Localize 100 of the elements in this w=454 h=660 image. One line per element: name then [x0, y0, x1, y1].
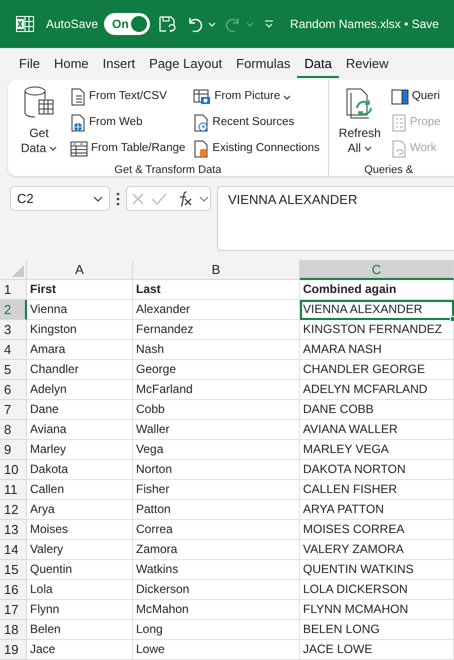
group-label: Get & Transform Data — [113, 163, 222, 176]
save-icon[interactable] — [158, 15, 176, 33]
customize-icon[interactable] — [264, 20, 274, 28]
table-cell: First — [27, 280, 133, 300]
table-cell: CHANDLER GEORGE — [300, 360, 454, 380]
table-icon — [70, 141, 88, 157]
ribbon-button[interactable]: Refresh All — [334, 84, 385, 162]
table-cell: Waller — [133, 420, 300, 440]
table-cell: Combined again — [300, 280, 454, 300]
table-cell: ARYA PATTON — [300, 500, 454, 520]
caret-icon — [364, 146, 372, 152]
row-header[interactable]: 7 — [0, 400, 27, 420]
caret-icon — [49, 146, 58, 152]
table-cell: Dickerson — [133, 580, 300, 600]
ribbon-tab[interactable]: Data — [297, 50, 339, 78]
table-cell: VIENNA ALEXANDER — [300, 300, 454, 320]
ribbon-tab[interactable]: Insert — [96, 50, 142, 78]
table-cell: LOLA DICKERSON — [300, 580, 454, 600]
ribbon-button[interactable]: From Table/Range — [68, 136, 188, 162]
ribbon-button[interactable]: Recent Sources — [191, 110, 322, 136]
column-header[interactable]: B — [133, 260, 300, 280]
ribbon-button[interactable]: From Web — [68, 110, 188, 136]
row-header[interactable]: 19 — [0, 640, 27, 660]
row-header[interactable]: 1 — [0, 280, 27, 300]
table-cell: Marley — [27, 440, 133, 460]
table-cell: QUENTIN WATKINS — [300, 560, 454, 580]
picture-table-icon — [193, 89, 212, 105]
row-header[interactable]: 6 — [0, 380, 27, 400]
spreadsheet-logo-icon — [16, 16, 34, 32]
database-table-icon — [23, 86, 55, 120]
table-cell: Lowe — [133, 640, 300, 660]
table-cell: Alexander — [133, 300, 300, 320]
table-cell: VALERY ZAMORA — [300, 540, 454, 560]
name-box[interactable]: C2 — [10, 186, 110, 211]
ribbon-button[interactable]: Get Data — [14, 84, 64, 162]
row-header[interactable]: 13 — [0, 520, 27, 540]
row-header[interactable]: 14 — [0, 540, 27, 560]
table-cell: Valery — [27, 540, 133, 560]
ribbon-button[interactable]: From Text/CSV — [68, 84, 188, 110]
row-header[interactable]: 9 — [0, 440, 27, 460]
column-header[interactable]: A — [27, 260, 133, 280]
ribbon-tab[interactable]: Home — [46, 50, 96, 78]
table-cell: Cobb — [133, 400, 300, 420]
table-cell: DAKOTA NORTON — [300, 460, 454, 480]
row-header[interactable]: 3 — [0, 320, 27, 340]
table-cell: Long — [133, 620, 300, 640]
table-cell: Fisher — [133, 480, 300, 500]
table-cell: BELEN LONG — [300, 620, 454, 640]
ribbon-tab[interactable]: File — [12, 50, 47, 78]
table-cell: Zamora — [133, 540, 300, 560]
table-cell: Arya — [27, 500, 133, 520]
link-document-icon — [390, 140, 407, 158]
document-icon — [70, 88, 86, 106]
table-cell: Flynn — [27, 600, 133, 620]
table-cell: AVIANA WALLER — [300, 420, 454, 440]
table-cell: CALLEN FISHER — [300, 480, 454, 500]
table-cell: KINGSTON FERNANDEZ — [300, 320, 454, 340]
properties-icon — [390, 114, 407, 132]
table-cell: Callen — [27, 480, 133, 500]
table-cell: Norton — [133, 460, 300, 480]
row-header[interactable]: 4 — [0, 340, 27, 360]
table-cell: Jace — [27, 640, 133, 660]
ribbon-button[interactable]: Queri — [388, 84, 442, 110]
table-cell: Moises — [27, 520, 133, 540]
row-header[interactable]: 10 — [0, 460, 27, 480]
table-cell: ADELYN MCFARLAND — [300, 380, 454, 400]
table-cell: Last — [133, 280, 300, 300]
table-cell: MARLEY VEGA — [300, 440, 454, 460]
table-cell: Watkins — [133, 560, 300, 580]
table-cell: McMahon — [133, 600, 300, 620]
ribbon-tab[interactable]: Review — [338, 50, 396, 78]
table-cell: Belen — [27, 620, 133, 640]
table-cell: DANE COBB — [300, 400, 454, 420]
ribbon-tab[interactable]: Formulas — [229, 50, 298, 78]
row-header[interactable]: 16 — [0, 580, 27, 600]
table-cell: Aviana — [27, 420, 133, 440]
check-icon[interactable] — [151, 192, 167, 206]
autosave-label: AutoSave — [46, 16, 98, 33]
formula-field[interactable]: VIENNA ALEXANDER — [217, 186, 454, 251]
document-title: Random Names.xlsx • Save — [290, 16, 439, 33]
caret-icon — [208, 22, 216, 26]
table-cell: Quentin — [27, 560, 133, 580]
chevron-down-icon — [93, 196, 103, 202]
autosave-toggle[interactable]: On — [104, 13, 150, 35]
table-cell: Vienna — [27, 300, 133, 320]
ribbon-button[interactable]: Existing Connections — [191, 136, 322, 162]
more-icon[interactable] — [116, 192, 120, 206]
panel-icon — [390, 89, 409, 105]
row-header[interactable]: 12 — [0, 500, 27, 520]
row-header[interactable]: 5 — [0, 360, 27, 380]
table-cell: Kingston — [27, 320, 133, 340]
row-header[interactable]: 8 — [0, 420, 27, 440]
table-cell: Vega — [133, 440, 300, 460]
table-cell: George — [133, 360, 300, 380]
row-header[interactable]: 17 — [0, 600, 27, 620]
ribbon-tab[interactable]: Page Layout — [142, 50, 230, 78]
row-header[interactable]: 11 — [0, 480, 27, 500]
row-header[interactable]: 18 — [0, 620, 27, 640]
row-header[interactable]: 15 — [0, 560, 27, 580]
ribbon-button[interactable]: From Picture — [191, 84, 322, 110]
